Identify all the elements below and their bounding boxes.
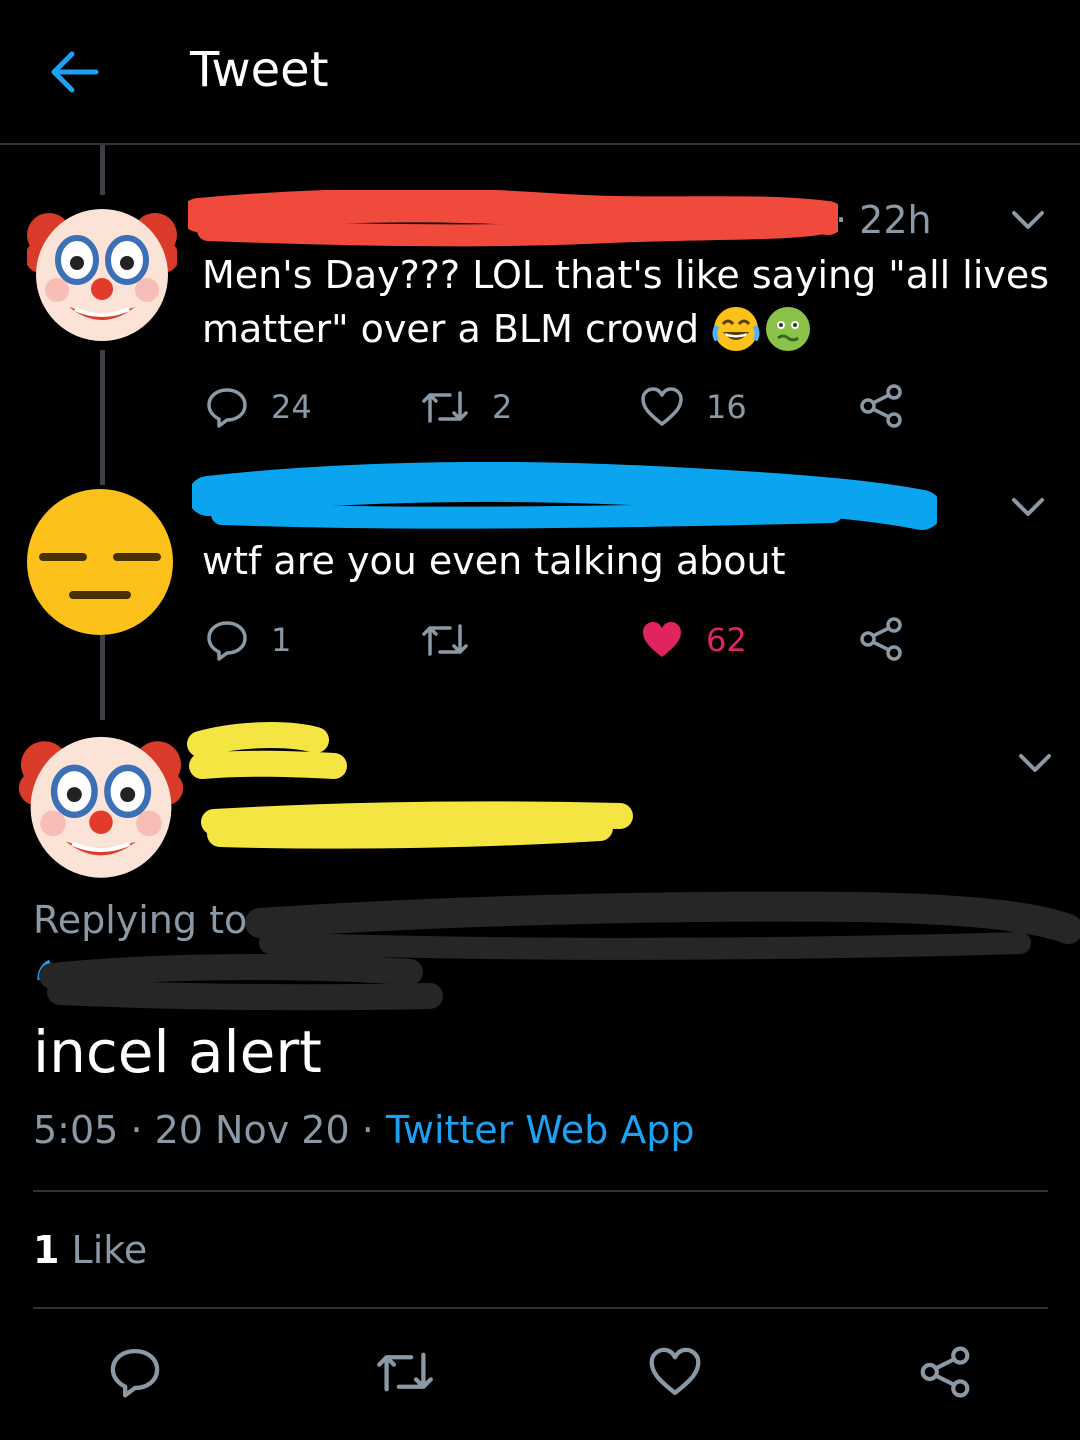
retweet-action[interactable] bbox=[420, 618, 470, 662]
share-icon[interactable] bbox=[918, 1345, 972, 1399]
likes-summary[interactable]: 1 Like bbox=[33, 1228, 147, 1272]
redacted-handle bbox=[201, 801, 633, 849]
retweet-icon bbox=[422, 391, 468, 423]
tweet-time: · 22h bbox=[835, 198, 932, 242]
redacted-display-name bbox=[187, 722, 347, 779]
chevron-down-icon[interactable] bbox=[1008, 492, 1048, 522]
share-icon[interactable] bbox=[858, 616, 904, 662]
tweet-time: 5:05 bbox=[33, 1108, 119, 1152]
main-tweet-text: incel alert bbox=[33, 1018, 322, 1086]
likes-label: Like bbox=[71, 1228, 148, 1272]
redacted-mentions-line2 bbox=[37, 954, 443, 1011]
thread-connector bbox=[100, 350, 105, 485]
reply-count: 24 bbox=[271, 388, 312, 426]
redacted-username bbox=[188, 190, 838, 247]
tweet-text: wtf are you even talking about bbox=[202, 539, 786, 583]
tweet-source-link[interactable]: Twitter Web App bbox=[386, 1108, 695, 1152]
replying-to-label: Replying to bbox=[33, 898, 248, 942]
tweet-text: Men's Day??? LOL that's like saying "all… bbox=[202, 248, 1052, 356]
redacted-username bbox=[192, 462, 937, 530]
chevron-down-icon[interactable] bbox=[1008, 205, 1048, 235]
retweet-count: 2 bbox=[492, 388, 513, 426]
expressionless-face-avatar[interactable] bbox=[25, 487, 175, 637]
divider bbox=[33, 1190, 1048, 1192]
thread-connector bbox=[100, 145, 105, 195]
retweet-action[interactable]: 2 bbox=[420, 385, 512, 429]
thread-connector bbox=[100, 635, 105, 720]
divider bbox=[33, 1307, 1048, 1309]
like-count: 16 bbox=[706, 388, 747, 426]
nauseated-face-emoji-icon bbox=[766, 307, 811, 351]
reply-action[interactable]: 24 bbox=[205, 385, 312, 429]
heart-filled-icon bbox=[643, 622, 681, 657]
tweet-date: 20 Nov 20 bbox=[154, 1108, 350, 1152]
top-bar: Tweet bbox=[0, 0, 1080, 145]
clown-avatar[interactable] bbox=[17, 722, 185, 882]
like-action[interactable]: 16 bbox=[640, 385, 747, 429]
back-arrow-icon[interactable] bbox=[48, 48, 100, 96]
like-count: 62 bbox=[706, 621, 747, 659]
reply-action[interactable]: 1 bbox=[205, 618, 291, 662]
clown-avatar[interactable] bbox=[27, 195, 177, 345]
retweet-icon[interactable] bbox=[374, 1345, 436, 1399]
likes-count: 1 bbox=[33, 1228, 60, 1272]
chevron-down-icon[interactable] bbox=[1015, 748, 1055, 778]
page-title: Tweet bbox=[190, 42, 329, 98]
share-icon[interactable] bbox=[858, 383, 904, 429]
heart-outline-icon[interactable] bbox=[648, 1345, 702, 1399]
heart-outline-icon bbox=[641, 387, 683, 426]
tweet-metadata: 5:05 · 20 Nov 20 · Twitter Web App bbox=[33, 1108, 695, 1152]
reply-icon bbox=[207, 621, 247, 661]
reply-icon bbox=[207, 388, 247, 428]
retweet-icon bbox=[422, 624, 468, 656]
laughing-crying-emoji-icon bbox=[712, 307, 760, 351]
reply-icon[interactable] bbox=[108, 1345, 162, 1399]
like-action[interactable]: 62 bbox=[640, 618, 747, 662]
reply-count: 1 bbox=[271, 621, 292, 659]
